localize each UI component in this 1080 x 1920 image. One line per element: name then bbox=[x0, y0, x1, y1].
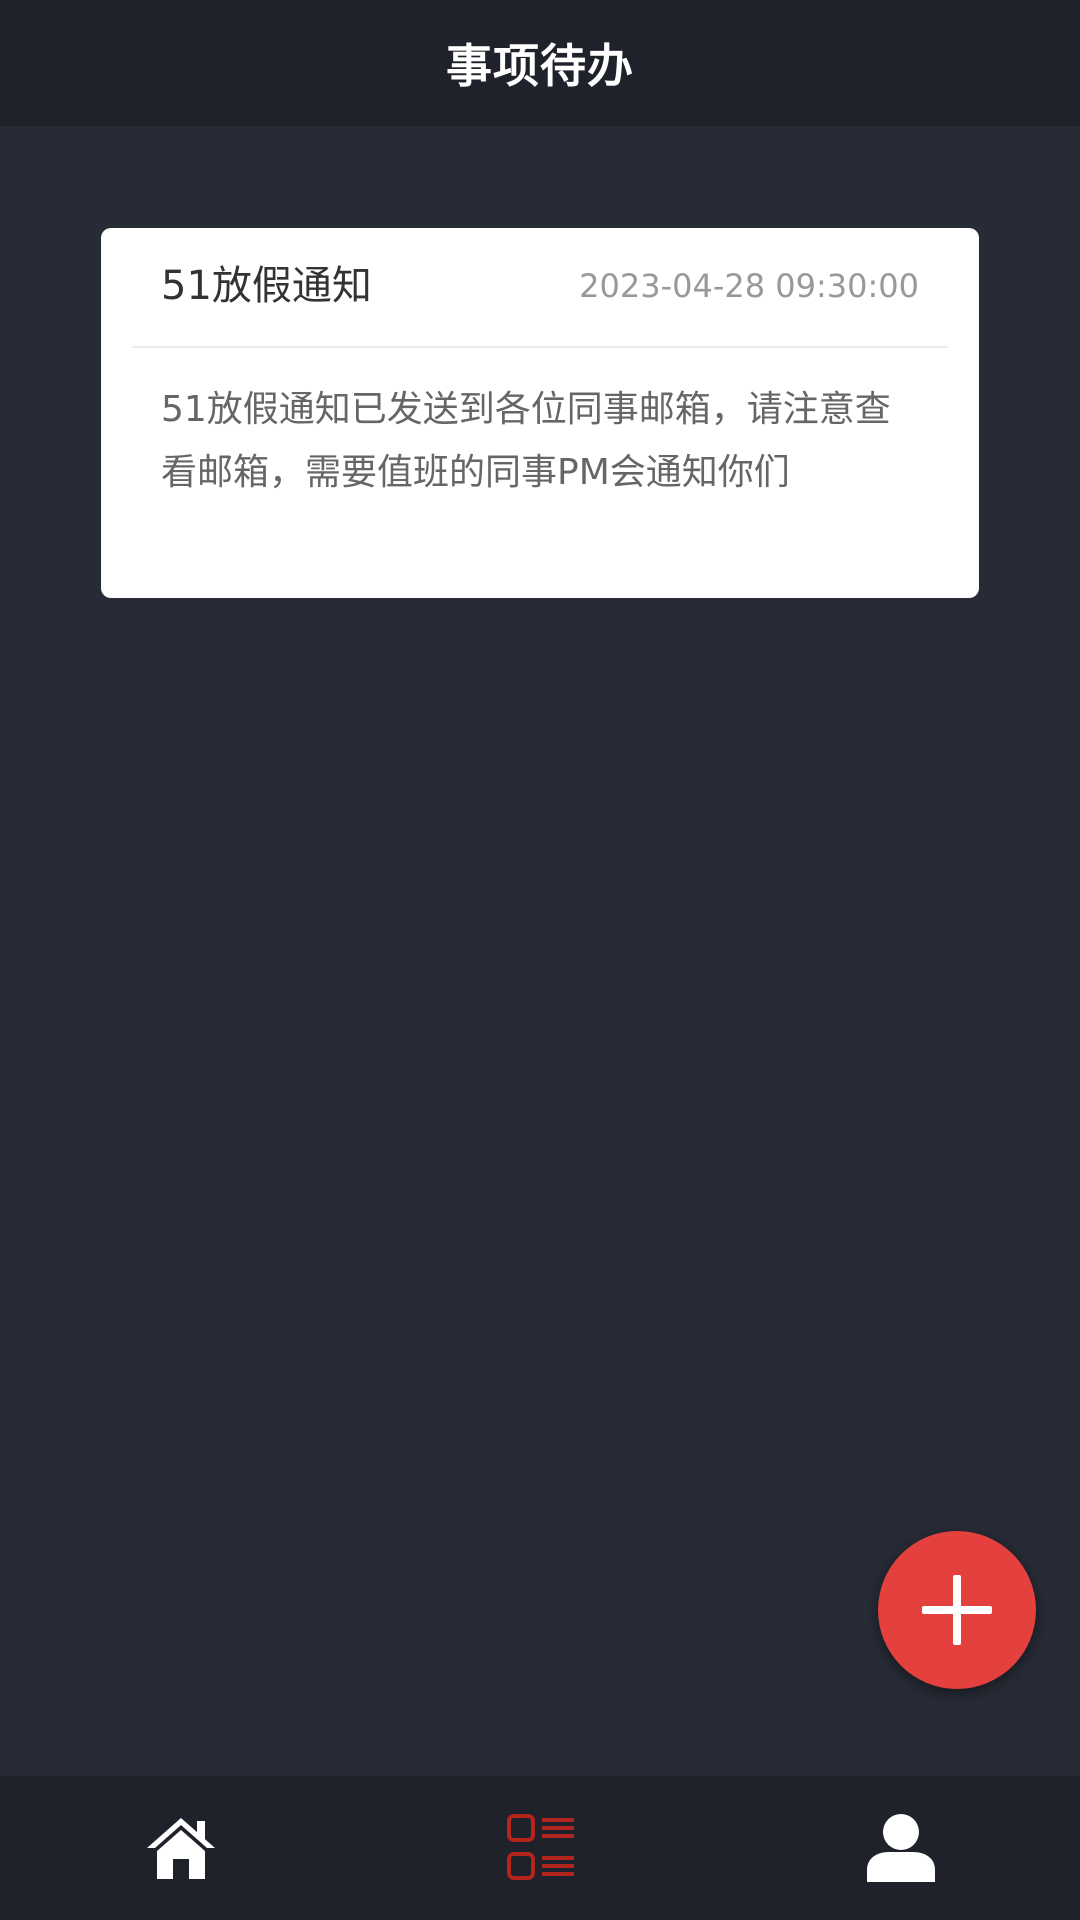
header-bar: 事项待办 bbox=[0, 0, 1080, 126]
home-icon bbox=[147, 1818, 215, 1879]
tab-home[interactable] bbox=[81, 1776, 281, 1920]
tab-profile[interactable] bbox=[801, 1776, 1001, 1920]
todo-screen: 事项待办 51放假通知 2023-04-28 09:30:00 51放假通知已发… bbox=[0, 0, 1080, 1920]
user-icon bbox=[867, 1814, 935, 1882]
tab-todo-list[interactable] bbox=[441, 1776, 641, 1920]
plus-icon bbox=[922, 1575, 992, 1645]
list-icon bbox=[507, 1814, 574, 1880]
card-divider bbox=[132, 346, 948, 348]
todo-card-header: 51放假通知 2023-04-28 09:30:00 bbox=[101, 228, 979, 346]
todo-card[interactable]: 51放假通知 2023-04-28 09:30:00 51放假通知已发送到各位同… bbox=[101, 228, 979, 598]
page-title: 事项待办 bbox=[446, 39, 634, 93]
add-todo-button[interactable] bbox=[878, 1531, 1036, 1689]
todo-content: 51放假通知已发送到各位同事邮箱，请注意查看邮箱，需要值班的同事PM会通知你们 bbox=[161, 389, 891, 493]
todo-time: 2023-04-28 09:30:00 bbox=[579, 267, 919, 305]
todo-title: 51放假通知 bbox=[161, 263, 372, 309]
bottom-tab-bar bbox=[0, 1776, 1080, 1920]
